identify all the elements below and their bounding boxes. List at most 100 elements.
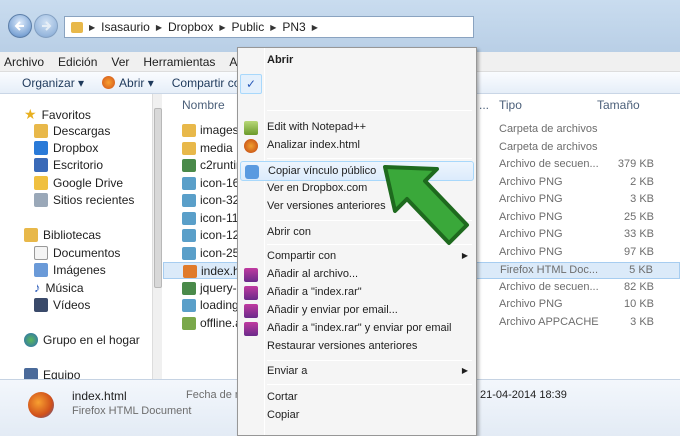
nav-item-descargas[interactable]: Descargas [34, 124, 110, 138]
menu-item-label: Añadir a "index.rar" [267, 286, 362, 298]
menu-item-label: Añadir al archivo... [267, 268, 359, 280]
nav-item-musica[interactable]: ♪ Música [34, 280, 84, 295]
star-icon: ★ [24, 106, 37, 122]
file-size: 5 KB [629, 264, 653, 276]
nav-scrollbar-thumb[interactable] [154, 108, 162, 288]
menu-item-cut[interactable]: Cortar [240, 388, 474, 408]
nav-item-escritorio[interactable]: Escritorio [34, 158, 103, 172]
back-button[interactable] [8, 14, 32, 38]
back-arrow-icon [14, 21, 24, 31]
menu-item-send-to[interactable]: Enviar a ▶ [240, 362, 474, 382]
menu-item-add-and-email[interactable]: Añadir y enviar por email... [240, 301, 474, 321]
menu-item-add-to-archive[interactable]: Añadir al archivo... [240, 265, 474, 285]
nav-item-videos[interactable]: Vídeos [34, 298, 90, 312]
nav-item-sitios-recientes[interactable]: Sitios recientes [34, 193, 134, 207]
menu-ver[interactable]: Ver [111, 55, 129, 69]
nav-item-label: Descargas [53, 124, 111, 138]
navigation-pane: ★ Favoritos Descargas Dropbox Escritorio… [0, 94, 162, 382]
music-icon: ♪ [34, 280, 41, 295]
file-size: 379 KB [617, 158, 654, 170]
avast-icon [244, 139, 258, 153]
firefox-file-icon [28, 392, 54, 418]
file-icon [182, 176, 196, 190]
desktop-icon [34, 158, 48, 172]
green-pointer-arrow-icon [383, 165, 469, 245]
file-size: 3 KB [630, 315, 654, 328]
file-icon [182, 229, 196, 242]
nav-item-label: Escritorio [53, 158, 104, 172]
breadcrumb-separator: ▶ [89, 22, 96, 32]
menu-item-label: Abrir con [267, 226, 312, 238]
file-icon [182, 141, 196, 155]
file-size: 2 KB [630, 175, 654, 188]
file-type: Archivo PNG [499, 228, 563, 240]
menu-item-copy[interactable]: Copiar [240, 406, 474, 426]
nav-item-imagenes[interactable]: Imágenes [34, 263, 106, 277]
breadcrumb-pn3[interactable]: PN3 [282, 20, 305, 34]
menu-herramientas[interactable]: Herramientas [143, 55, 215, 69]
file-type: Firefox HTML Doc... [500, 264, 598, 276]
file-type: Archivo PNG [499, 210, 563, 223]
nav-item-documentos[interactable]: Documentos [34, 246, 120, 260]
breadcrumb-separator: ▶ [270, 22, 277, 32]
file-size: 10 KB [624, 298, 654, 310]
menu-separator [267, 360, 472, 361]
address-bar[interactable]: ▶ Isasaurio ▶ Dropbox ▶ Public ▶ PN3 ▶ [64, 16, 474, 38]
share-button[interactable]: Compartir co [172, 76, 241, 90]
menu-item-restore-versions[interactable]: Restaurar versiones anteriores [240, 337, 474, 357]
firefox-icon [102, 76, 116, 89]
nav-homegroup[interactable]: Grupo en el hogar [24, 333, 140, 347]
file-type: Carpeta de archivos [499, 140, 598, 153]
menu-item-analyze[interactable]: Analizar index.html [240, 136, 474, 156]
column-header-name[interactable]: Nombre [182, 98, 225, 112]
notepad-plus-icon [244, 121, 258, 135]
nav-item-label: Documentos [53, 246, 121, 260]
organize-button[interactable]: Organizar ▾ [22, 76, 84, 90]
menu-archivo[interactable]: Archivo [4, 55, 44, 69]
nav-item-label: Imágenes [53, 263, 106, 277]
winrar-icon [244, 304, 258, 318]
menu-item-check[interactable]: ✓ [240, 74, 262, 94]
menu-item-label: Analizar index.html [267, 139, 360, 151]
menu-item-open[interactable]: Abrir [240, 51, 474, 71]
column-header-size[interactable]: Tamaño [597, 98, 640, 112]
file-icon [182, 124, 196, 137]
nav-favorites[interactable]: ★ Favoritos [24, 106, 91, 123]
menu-item-label: Abrir [267, 54, 294, 66]
breadcrumb-separator: ▶ [155, 22, 163, 32]
menu-item-add-rar-and-email[interactable]: Añadir a "index.rar" y enviar por email [240, 319, 474, 339]
breadcrumb-separator: ▶ [311, 22, 318, 32]
file-type: Archivo PNG [499, 193, 563, 205]
nav-scrollbar[interactable] [152, 94, 162, 379]
menu-edicion[interactable]: Edición [58, 55, 97, 69]
forward-button[interactable] [34, 14, 58, 38]
file-icon [182, 299, 196, 312]
menu-item-add-to-rar[interactable]: Añadir a "index.rar" [240, 283, 474, 303]
breadcrumb-dropbox[interactable]: Dropbox [168, 20, 213, 34]
nav-item-dropbox[interactable]: Dropbox [34, 141, 98, 155]
breadcrumb-isasaurio[interactable]: Isasaurio [101, 20, 150, 34]
file-type: Carpeta de archivos [499, 123, 598, 135]
title-bar: ▶ Isasaurio ▶ Dropbox ▶ Public ▶ PN3 ▶ [0, 0, 680, 52]
menu-item-label: Añadir a "index.rar" y enviar por email [267, 322, 452, 334]
file-type: Archivo PNG [499, 298, 563, 310]
menu-item-label: Copiar vínculo público [268, 165, 377, 177]
file-name: media [200, 140, 233, 155]
column-header-type[interactable]: Tipo [499, 98, 522, 112]
file-icon [182, 159, 196, 172]
file-size: 33 KB [624, 228, 654, 240]
nav-item-google-drive[interactable]: Google Drive [34, 176, 123, 190]
nav-libraries[interactable]: Bibliotecas [24, 228, 101, 242]
dropbox-icon [34, 141, 48, 155]
winrar-icon [244, 286, 258, 300]
menu-item-edit-notepad[interactable]: Edit with Notepad++ [240, 118, 474, 138]
menu-item-label: Ver en Dropbox.com [267, 182, 368, 194]
file-size: 25 KB [624, 210, 654, 223]
downloads-folder-icon [34, 124, 48, 138]
breadcrumb-public[interactable]: Public [232, 20, 265, 34]
open-button-label: Abrir ▾ [119, 75, 154, 90]
file-icon [182, 281, 196, 295]
column-header-date-truncated[interactable]: ... [479, 98, 489, 112]
nav-item-label: Dropbox [53, 141, 99, 155]
open-button[interactable]: Abrir ▾ [102, 76, 154, 90]
